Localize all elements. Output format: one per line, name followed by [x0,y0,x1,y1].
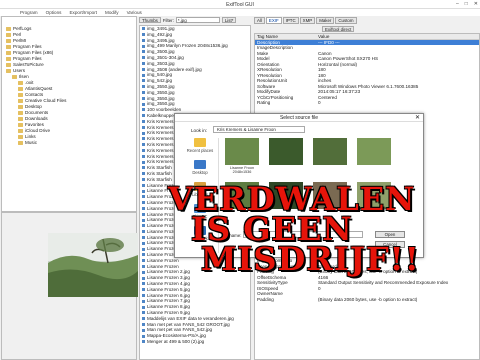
direct-bar: Exiftool direct [254,25,480,33]
thumbs-button[interactable]: Thumbs [139,17,161,23]
place-network[interactable]: Network [183,226,217,241]
tab-all[interactable]: All [254,16,265,24]
metadata-value: (Binary data 2060 bytes, use -b option t… [318,296,418,302]
folder-icon [6,39,11,43]
metadata-tag: Padding [257,296,274,302]
image-preview [1,212,138,360]
tab-custom[interactable]: Custom [335,16,357,24]
cancel-button[interactable]: Cancel [375,241,405,248]
look-in-select[interactable]: Kris Kremers & Lisanne Froon [213,126,305,133]
tab-maker[interactable]: Maker [316,16,335,24]
photo-thumbnail[interactable] [313,182,347,209]
thumbnail-caption: Lisanne Froon 2048x1536 [229,166,255,174]
tab-xmp[interactable]: XMP [299,16,316,24]
network-icon [194,226,206,235]
thumbnail-grid: Lisanne Froon 2048x1536 [221,136,421,231]
folder-icon [18,111,23,115]
col-value[interactable]: Value [318,34,479,38]
file-name-label: File name: [221,233,242,238]
dialog-title: Select source file [175,114,423,122]
window-title: ExifTool GUI [226,2,254,8]
maximize-icon[interactable]: □ [465,1,468,7]
tab-exif[interactable]: EXIF [265,16,282,24]
menu-options[interactable]: Options [46,9,62,16]
metadata-tag: Rating [257,100,271,105]
photo-thumbnail[interactable] [357,138,391,165]
folder-icon [18,105,23,109]
preview-image [48,233,138,297]
metadata-tabs: All EXIF IPTC XMP Maker Custom [254,16,480,24]
file-name-input[interactable] [243,231,363,238]
folder-icon [18,99,23,103]
photo-thumbnail[interactable] [313,138,347,165]
photo-thumbnail[interactable] [357,182,391,209]
place-libraries[interactable]: Libraries [183,182,217,197]
folder-icon [6,69,11,73]
menu-modify[interactable]: Modify [105,9,119,16]
folder-icon [18,93,23,97]
folder-icon [18,123,23,127]
place-this-pc[interactable]: This PC [183,204,217,219]
filter-input[interactable]: *.jpg [175,17,220,23]
places-bar: Recent places Desktop Libraries This PC … [181,138,219,253]
folder-icon [12,75,17,79]
file-toolbar: Thumbs Filter: *.jpg List* [139,16,251,24]
photo-thumbnail[interactable] [269,182,303,209]
photo-thumbnail[interactable] [269,138,303,165]
tree-item-label: Music [25,140,37,145]
libraries-icon [194,182,206,191]
title-bar: ExifTool GUI – □ ✕ [0,0,480,9]
metadata-value: 0 [318,100,321,105]
photo-thumbnail[interactable] [225,138,259,165]
folder-icon [6,33,11,37]
menu-export-import[interactable]: Export/Import [69,9,97,16]
metadata-row[interactable]: Padding (Binary data 2060 bytes, use -b o… [255,297,479,303]
photo-thumbnail[interactable] [225,182,259,209]
metadata-row[interactable]: Rating 0 [255,100,479,106]
folder-icon [6,27,11,31]
filter-label: Filter: [162,17,174,23]
recent-places-icon [194,138,206,147]
look-in-label: Look in: [191,128,208,133]
computer-icon [194,204,206,213]
exiftool-direct-button[interactable]: Exiftool direct [322,26,355,32]
close-icon[interactable]: ✕ [474,1,478,7]
select-source-file-dialog: Select source file ✕ Look in: Kris Kreme… [174,113,424,258]
place-desktop[interactable]: Desktop [183,160,217,175]
folder-icon [18,129,23,133]
menu-program[interactable]: Program [20,9,38,16]
dialog-close-icon[interactable]: ✕ [415,114,420,121]
desktop-icon [194,160,206,169]
menu-bar: Program Options Export/Import Modify Var… [0,9,480,16]
minimize-icon[interactable]: – [456,1,459,7]
app-window: ExifTool GUI – □ ✕ Program Options Expor… [0,0,480,360]
folder-icon [18,117,23,121]
folder-icon [18,135,23,139]
open-button[interactable]: Open [375,231,405,238]
folder-icon [18,141,23,145]
folder-icon [6,57,11,61]
folder-icon [6,45,11,49]
col-tag-name[interactable]: Tag Name [255,34,318,38]
place-recent[interactable]: Recent places [183,138,217,153]
tab-iptc[interactable]: IPTC [282,16,299,24]
tree-item[interactable]: Music [2,140,136,146]
folder-icon [18,87,23,91]
list-button[interactable]: List* [221,17,237,23]
file-item[interactable]: Menger at 499 & 500 (2).jpg [140,339,250,345]
folder-icon [6,63,11,67]
window-controls: – □ ✕ [456,1,478,7]
folder-icon [6,51,11,55]
menu-various[interactable]: Various [127,9,142,16]
folder-tree[interactable]: PerfLogs Perl PerlMI Program Files Program F… [1,16,137,212]
folder-icon [18,81,23,85]
